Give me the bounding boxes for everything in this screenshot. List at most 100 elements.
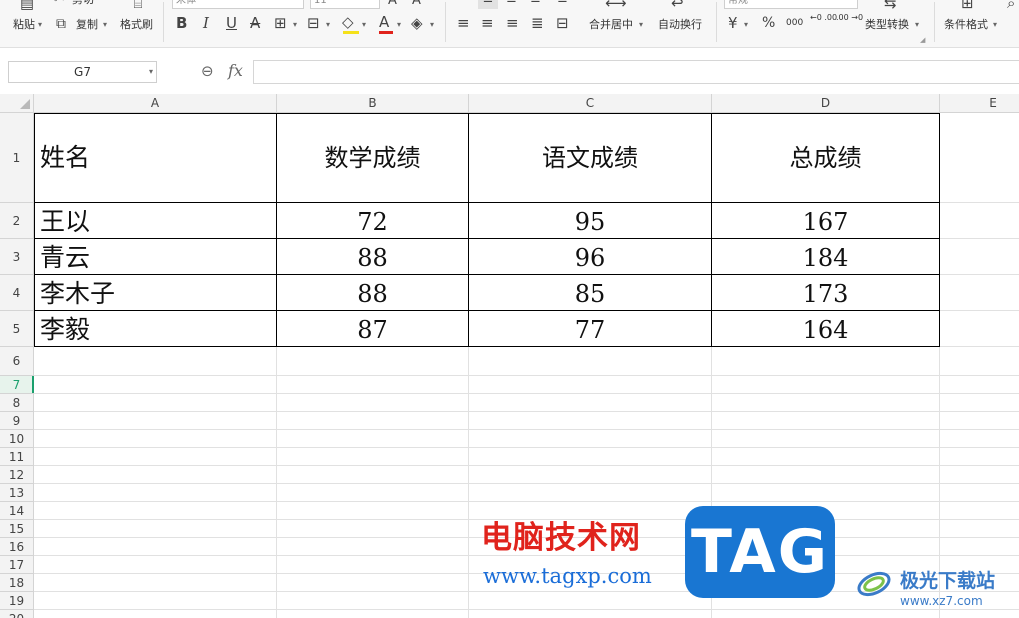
decrease-font-icon[interactable]: A <box>412 0 421 10</box>
cell-c9[interactable] <box>469 412 712 430</box>
merge-dropdown-icon[interactable]: ▾ <box>639 18 643 32</box>
cell-e8[interactable] <box>940 394 1019 412</box>
cell-b18[interactable] <box>277 574 469 592</box>
cell-b12[interactable] <box>277 466 469 484</box>
cell-b15[interactable] <box>277 520 469 538</box>
cell-d10[interactable] <box>712 430 940 448</box>
font-color-icon[interactable]: A <box>379 13 389 31</box>
cell-d7[interactable] <box>712 376 940 394</box>
copy-icon[interactable]: ⧉ <box>56 15 66 33</box>
percent-icon[interactable]: % <box>762 14 775 32</box>
cell-a6[interactable] <box>34 347 277 376</box>
cell-e14[interactable] <box>940 502 1019 520</box>
cut-button[interactable]: 剪切 <box>72 0 94 7</box>
merge-center-icon[interactable]: ⟷ <box>605 0 627 12</box>
align-left-icon[interactable]: ≡ <box>457 14 470 32</box>
row-header-10[interactable]: 10 <box>0 430 34 448</box>
select-all-corner[interactable] <box>0 94 34 113</box>
cell-e1[interactable] <box>940 113 1019 203</box>
cell-a16[interactable] <box>34 538 277 556</box>
cell-a19[interactable] <box>34 592 277 610</box>
cell-a10[interactable] <box>34 430 277 448</box>
cell-d12[interactable] <box>712 466 940 484</box>
cell-c12[interactable] <box>469 466 712 484</box>
cell-b6[interactable] <box>277 347 469 376</box>
number-format-combo[interactable]: 常规 <box>724 0 858 9</box>
cell-c1[interactable]: 语文成绩 <box>469 113 712 203</box>
cell-a12[interactable] <box>34 466 277 484</box>
cell-e12[interactable] <box>940 466 1019 484</box>
row-header-3[interactable]: 3 <box>0 239 34 275</box>
cell-c13[interactable] <box>469 484 712 502</box>
cell-c11[interactable] <box>469 448 712 466</box>
justify-icon[interactable]: ≣ <box>531 14 544 32</box>
cell-b16[interactable] <box>277 538 469 556</box>
cell-c2[interactable]: 95 <box>469 203 712 239</box>
cell-e5[interactable] <box>940 311 1019 347</box>
cell-c8[interactable] <box>469 394 712 412</box>
font-color-dropdown-icon[interactable]: ▾ <box>397 18 401 32</box>
number-group-launcher-icon[interactable]: ◢ <box>920 36 925 44</box>
row-header-13[interactable]: 13 <box>0 484 34 502</box>
cell-c10[interactable] <box>469 430 712 448</box>
conditional-format-icon[interactable]: ⊞ <box>961 0 974 12</box>
cell-e6[interactable] <box>940 347 1019 376</box>
type-convert-dropdown-icon[interactable]: ▾ <box>915 18 919 32</box>
cell-style-dropdown-icon[interactable]: ▾ <box>326 18 330 32</box>
paste-dropdown-icon[interactable]: ▾ <box>38 18 42 32</box>
cell-d13[interactable] <box>712 484 940 502</box>
cell-a20[interactable] <box>34 610 277 618</box>
cell-c3[interactable]: 96 <box>469 239 712 275</box>
paste-icon[interactable]: ▤ <box>16 0 38 12</box>
cell-b19[interactable] <box>277 592 469 610</box>
cell-b5[interactable]: 87 <box>277 311 469 347</box>
conditional-format-dropdown-icon[interactable]: ▾ <box>993 18 997 32</box>
cell-c7[interactable] <box>469 376 712 394</box>
copy-button[interactable]: 复制 <box>76 18 98 32</box>
thousands-separator-icon[interactable]: 000 <box>786 16 803 30</box>
cell-d11[interactable] <box>712 448 940 466</box>
paste-button[interactable]: 粘贴 <box>13 18 35 32</box>
cell-d9[interactable] <box>712 412 940 430</box>
cell-a17[interactable] <box>34 556 277 574</box>
cell-e10[interactable] <box>940 430 1019 448</box>
cell-a1[interactable]: 姓名 <box>34 113 277 203</box>
scissors-icon[interactable]: ✂ <box>54 0 65 9</box>
cell-e3[interactable] <box>940 239 1019 275</box>
cell-a11[interactable] <box>34 448 277 466</box>
cell-e4[interactable] <box>940 275 1019 311</box>
column-header-d[interactable]: D <box>712 94 940 113</box>
cell-c6[interactable] <box>469 347 712 376</box>
row-header-7[interactable]: 7 <box>0 376 34 394</box>
align-right-icon[interactable]: ≡ <box>506 14 519 32</box>
increase-decimal-icon[interactable]: ←0 .00 <box>810 13 837 22</box>
cell-b8[interactable] <box>277 394 469 412</box>
border-dropdown-icon[interactable]: ▾ <box>293 18 297 32</box>
cell-d1[interactable]: 总成绩 <box>712 113 940 203</box>
orientation-icon[interactable]: ≡ <box>557 0 568 9</box>
bold-icon[interactable]: B <box>176 14 187 32</box>
cell-a8[interactable] <box>34 394 277 412</box>
cell-c5[interactable]: 77 <box>469 311 712 347</box>
name-box-dropdown-icon[interactable]: ▾ <box>149 62 153 82</box>
row-header-9[interactable]: 9 <box>0 412 34 430</box>
cell-b7[interactable] <box>277 376 469 394</box>
decrease-decimal-icon[interactable]: .00 →0 <box>836 13 863 22</box>
row-header-20[interactable]: 20 <box>0 610 34 618</box>
cell-a3[interactable]: 青云 <box>34 239 277 275</box>
underline-icon[interactable]: U <box>226 14 237 32</box>
row-header-12[interactable]: 12 <box>0 466 34 484</box>
cell-e7[interactable] <box>940 376 1019 394</box>
row-header-19[interactable]: 19 <box>0 592 34 610</box>
align-top-icon[interactable]: ≡ <box>478 0 498 9</box>
border-icon[interactable]: ⊞ <box>274 14 287 32</box>
cell-a7[interactable] <box>34 376 277 394</box>
cell-e13[interactable] <box>940 484 1019 502</box>
currency-dropdown-icon[interactable]: ▾ <box>744 18 748 32</box>
cell-d4[interactable]: 173 <box>712 275 940 311</box>
cell-d8[interactable] <box>712 394 940 412</box>
font-name-combo[interactable]: 宋体 <box>172 0 304 9</box>
align-center-icon[interactable]: ≡ <box>481 14 494 32</box>
cell-a5[interactable]: 李毅 <box>34 311 277 347</box>
type-convert-icon[interactable]: ⇆ <box>884 0 897 12</box>
